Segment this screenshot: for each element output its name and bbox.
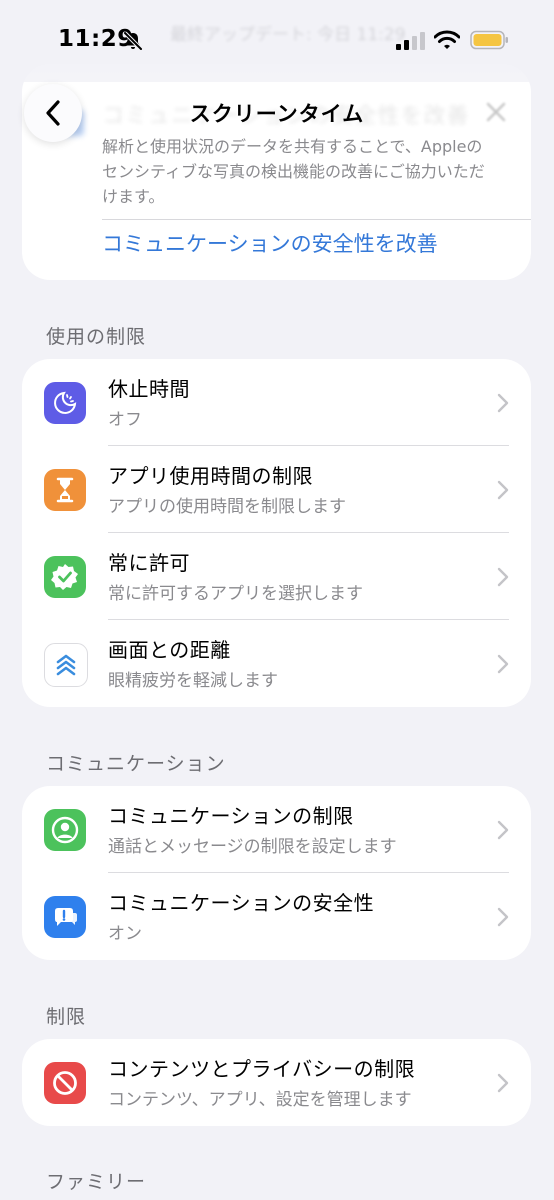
banner-description: 解析と使用状況のデータを共有することで、Appleのセンシティブな写真の検出機能… (102, 137, 485, 206)
row-title: 画面との距離 (108, 638, 231, 662)
row-title: 常に許可 (108, 551, 190, 575)
row-title: コミュニケーションの安全性 (108, 891, 375, 915)
wifi-icon (434, 30, 460, 49)
bell-slash-icon (123, 31, 143, 51)
row-subtitle: 眼精疲労を軽減します (108, 671, 278, 691)
row-title: アプリ使用時間の制限 (108, 464, 313, 488)
cellular-signal-icon (396, 32, 425, 50)
chat-warning-icon (44, 896, 86, 938)
row-title: コンテンツとプライバシーの制限 (108, 1057, 416, 1081)
row-app-limits[interactable]: アプリ使用時間の制限 アプリの使用時間を制限します (22, 446, 531, 533)
chevron-right-icon (497, 480, 509, 500)
row-subtitle: オフ (108, 410, 142, 430)
row-screen-distance[interactable]: 画面との距離 眼精疲労を軽減します (22, 620, 531, 707)
chevron-right-icon (497, 567, 509, 587)
row-subtitle: コンテンツ、アプリ、設定を管理します (108, 1090, 412, 1110)
restrictions-group: コンテンツとプライバシーの制限 コンテンツ、アプリ、設定を管理します (22, 1039, 531, 1126)
row-title: 休止時間 (108, 377, 190, 401)
section-header-restrictions: 制限 (46, 1006, 87, 1028)
row-communication-safety[interactable]: コミュニケーションの安全性 オン (22, 873, 531, 960)
screen-distance-icon (44, 643, 88, 687)
divider (102, 219, 531, 220)
section-header-family: ファミリー (46, 1171, 147, 1193)
status-bar: 最終アップデート: 今日 11:29 11:29 (0, 0, 554, 82)
row-subtitle: アプリの使用時間を制限します (108, 497, 346, 517)
communication-safety-banner: コミュニケーションの安全性を改善 解析と使用状況のデータを共有することで、App… (22, 64, 531, 280)
row-always-allowed[interactable]: 常に許可 常に許可するアプリを選択します (22, 533, 531, 620)
person-circle-icon (44, 809, 86, 851)
section-header-communication: コミュニケーション (46, 753, 226, 775)
row-subtitle: オン (108, 924, 142, 944)
improve-communication-safety-link[interactable]: コミュニケーションの安全性を改善 (102, 228, 438, 258)
hourglass-icon (44, 469, 86, 511)
section-header-usage: 使用の制限 (46, 326, 147, 348)
communication-group: コミュニケーションの制限 通話とメッセージの制限を設定します コミュニケーション… (22, 786, 531, 960)
usage-limits-group: 休止時間 オフ アプリ使用時間の制限 アプリの使用時間を制限します 常に許可 常… (22, 359, 531, 707)
last-updated-text: 最終アップデート: 今日 11:29 (170, 25, 406, 45)
row-content-privacy-restrictions[interactable]: コンテンツとプライバシーの制限 コンテンツ、アプリ、設定を管理します (22, 1039, 531, 1126)
screen-time-settings-screen: コミュニケーションの安全性を改善 解析と使用状況のデータを共有することで、App… (0, 0, 554, 1200)
row-communication-limits[interactable]: コミュニケーションの制限 通話とメッセージの制限を設定します (22, 786, 531, 873)
chevron-right-icon (497, 393, 509, 413)
checkmark-badge-icon (44, 556, 86, 598)
chevron-right-icon (497, 907, 509, 927)
row-subtitle: 常に許可するアプリを選択します (108, 584, 363, 604)
row-downtime[interactable]: 休止時間 オフ (22, 359, 531, 446)
row-title: コミュニケーションの制限 (108, 804, 354, 828)
page-title: スクリーンタイム (189, 102, 365, 126)
no-entry-icon (44, 1062, 86, 1104)
chevron-right-icon (497, 820, 509, 840)
battery-icon (470, 30, 508, 50)
chevron-right-icon (497, 1073, 509, 1093)
chevron-right-icon (497, 654, 509, 674)
downtime-icon (44, 382, 86, 424)
row-subtitle: 通話とメッセージの制限を設定します (108, 837, 397, 857)
